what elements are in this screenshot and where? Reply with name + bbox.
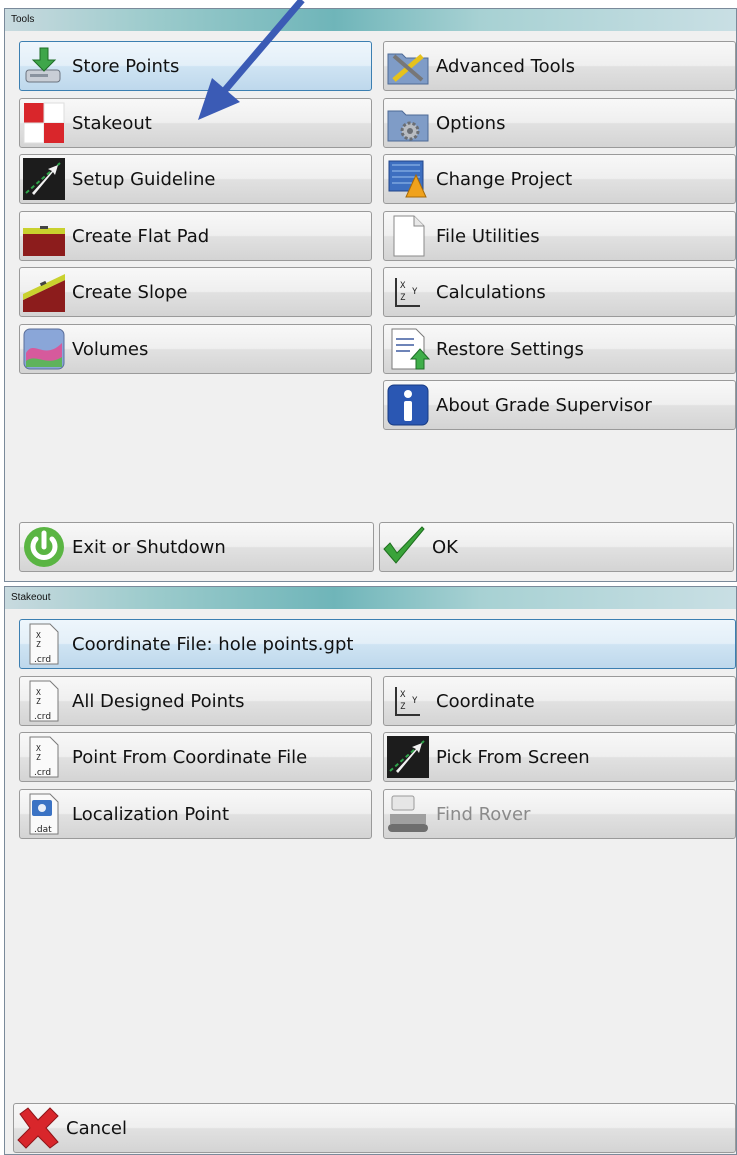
tools-title: Tools <box>5 9 736 31</box>
crd-file-icon: X Z .crd <box>29 623 59 665</box>
svg-text:Z: Z <box>400 702 406 712</box>
crd-file-icon: X Z .crd <box>29 736 59 778</box>
coordinate-label: Coordinate <box>436 690 535 712</box>
about-grade-supervisor-label: About Grade Supervisor <box>436 394 652 416</box>
localization-point-label: Localization Point <box>72 803 230 825</box>
svg-text:X: X <box>400 281 406 291</box>
all-designed-points-button[interactable]: X Z .crd All Designed Points <box>19 676 372 726</box>
exit-shutdown-button[interactable]: Exit or Shutdown <box>19 522 374 572</box>
svg-text:X: X <box>36 744 41 753</box>
svg-text:X: X <box>36 688 41 697</box>
options-button[interactable]: Options <box>383 98 736 148</box>
svg-text:Y: Y <box>412 696 418 706</box>
options-label: Options <box>436 112 506 134</box>
stakeout-title: Stakeout <box>5 587 736 609</box>
svg-text:.crd: .crd <box>34 768 51 778</box>
change-project-button[interactable]: Change Project <box>383 154 736 204</box>
file-utilities-button[interactable]: File Utilities <box>383 211 736 261</box>
svg-text:Z: Z <box>36 697 41 706</box>
file-utilities-label: File Utilities <box>436 225 540 247</box>
change-project-label: Change Project <box>436 168 573 190</box>
create-slope-button[interactable]: Create Slope <box>19 267 372 317</box>
point-from-coordinate-file-label: Point From Coordinate File <box>72 746 308 768</box>
change-project-icon <box>388 160 427 198</box>
calculations-label: Calculations <box>436 281 546 303</box>
annotation-arrow-icon <box>198 0 305 120</box>
svg-text:.crd: .crd <box>34 712 51 722</box>
advanced-tools-label: Advanced Tools <box>436 55 575 77</box>
restore-settings-button[interactable]: Restore Settings <box>383 324 736 374</box>
setup-guideline-button[interactable]: Setup Guideline <box>19 154 372 204</box>
info-icon <box>387 384 429 426</box>
slope-icon <box>23 274 65 312</box>
all-designed-points-label: All Designed Points <box>72 690 245 712</box>
dat-file-icon: .dat <box>29 793 59 835</box>
xyz-icon: X Z Y <box>395 687 420 716</box>
svg-text:Z: Z <box>36 640 41 649</box>
pick-from-screen-label: Pick From Screen <box>436 746 590 768</box>
calculations-button[interactable]: X Z Y Calculations <box>383 267 736 317</box>
setup-guideline-label: Setup Guideline <box>72 168 216 190</box>
svg-text:X: X <box>400 690 406 700</box>
store-points-label: Store Points <box>72 55 180 77</box>
ok-button[interactable]: OK <box>379 522 734 572</box>
svg-text:.crd: .crd <box>34 655 51 665</box>
svg-text:X: X <box>36 631 41 640</box>
crd-file-icon: X Z .crd <box>29 680 59 722</box>
file-icon <box>393 215 425 257</box>
coordinate-button[interactable]: X Z Y Coordinate <box>383 676 736 726</box>
coordinate-file-label: Coordinate File: hole points.gpt <box>72 633 354 655</box>
cancel-button[interactable]: Cancel <box>13 1103 736 1153</box>
volumes-icon <box>23 328 65 370</box>
restore-settings-label: Restore Settings <box>436 338 584 360</box>
stakeout-icon <box>23 102 65 144</box>
restore-settings-icon <box>391 328 430 370</box>
svg-text:Z: Z <box>400 293 406 303</box>
advanced-tools-icon <box>387 53 429 85</box>
point-from-coordinate-file-button[interactable]: X Z .crd Point From Coordinate File <box>19 732 372 782</box>
advanced-tools-button[interactable]: Advanced Tools <box>383 41 736 91</box>
checkmark-icon <box>383 526 425 564</box>
rover-icon <box>388 795 428 832</box>
tools-window: Tools Store Points Stakeout Setup Guidel… <box>4 8 737 582</box>
stakeout-label: Stakeout <box>72 112 152 134</box>
pick-from-screen-button[interactable]: Pick From Screen <box>383 732 736 782</box>
cancel-label: Cancel <box>66 1117 127 1139</box>
pick-screen-icon <box>387 736 429 778</box>
create-slope-label: Create Slope <box>72 281 188 303</box>
about-grade-supervisor-button[interactable]: About Grade Supervisor <box>383 380 736 430</box>
find-rover-label: Find Rover <box>436 803 531 825</box>
svg-text:.dat: .dat <box>34 825 52 835</box>
svg-text:Y: Y <box>412 287 418 297</box>
cancel-x-icon <box>17 1107 59 1149</box>
flat-pad-icon <box>23 226 65 256</box>
svg-text:Z: Z <box>36 753 41 762</box>
options-gears-icon <box>387 110 429 142</box>
ok-label: OK <box>432 536 458 558</box>
exit-shutdown-label: Exit or Shutdown <box>72 536 226 558</box>
create-flat-pad-button[interactable]: Create Flat Pad <box>19 211 372 261</box>
volumes-label: Volumes <box>72 338 149 360</box>
coordinate-file-button[interactable]: X Z .crd Coordinate File: hole points.gp… <box>19 619 736 669</box>
localization-point-button[interactable]: .dat Localization Point <box>19 789 372 839</box>
create-flat-pad-label: Create Flat Pad <box>72 225 210 247</box>
stakeout-window: Stakeout X Z .crd Coordinate File: hole … <box>4 586 737 1155</box>
guideline-icon <box>23 158 65 200</box>
find-rover-button[interactable]: Find Rover <box>383 789 736 839</box>
volumes-button[interactable]: Volumes <box>19 324 372 374</box>
xyz-icon: X Z Y <box>395 278 420 307</box>
power-icon <box>24 527 64 567</box>
store-points-icon <box>25 47 61 83</box>
